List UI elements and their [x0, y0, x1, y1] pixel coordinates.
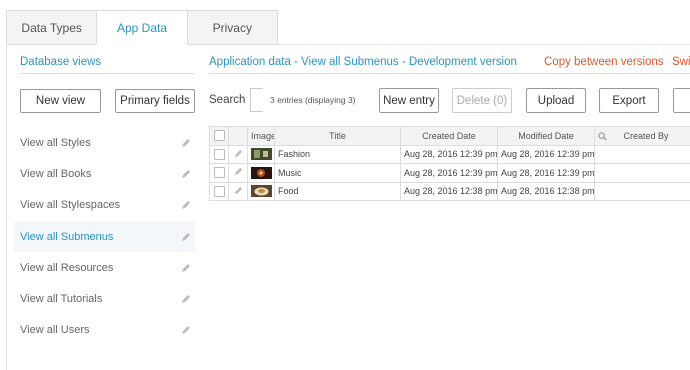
- data-table: Image Title Created Date Modified Date C…: [209, 126, 690, 201]
- pencil-icon[interactable]: [234, 149, 243, 158]
- row-created-by: [594, 144, 690, 164]
- sidebar-item-resources[interactable]: View all Resources: [14, 252, 195, 283]
- sidebar-item-users[interactable]: View all Users: [14, 315, 195, 346]
- tab-bar: Data Types App Data Privacy: [6, 10, 278, 45]
- upload-button[interactable]: Upload: [526, 88, 586, 113]
- more-toolbar-button[interactable]: [673, 88, 690, 113]
- column-header-image[interactable]: Image: [247, 126, 275, 146]
- row-modified-date: Aug 28, 2016 12:39 pm: [497, 163, 595, 183]
- tab-baseline: [278, 44, 690, 45]
- new-view-button[interactable]: New view: [20, 89, 101, 113]
- sidebar-item-stylespaces[interactable]: View all Stylespaces: [14, 190, 195, 221]
- tab-app-data[interactable]: App Data: [96, 10, 187, 45]
- row-created-date: Aug 28, 2016 12:39 pm: [400, 163, 498, 183]
- new-entry-button[interactable]: New entry: [379, 88, 439, 113]
- sidebar-item-label: View all Books: [20, 167, 92, 180]
- row-image-cell: [247, 181, 275, 201]
- row-modified-date: Aug 28, 2016 12:38 pm: [497, 181, 595, 201]
- search-label: Search: [209, 94, 246, 106]
- database-views-heading: Database views: [20, 56, 102, 68]
- table-row[interactable]: Fashion Aug 28, 2016 12:39 pm Aug 28, 20…: [209, 144, 690, 164]
- column-header-created-by-label: Created By: [623, 130, 669, 141]
- pencil-icon[interactable]: [181, 263, 191, 273]
- fashion-thumbnail-image: [251, 148, 272, 161]
- row-image-cell: [247, 163, 275, 183]
- table-header-row: Image Title Created Date Modified Date C…: [209, 126, 690, 146]
- pencil-icon[interactable]: [181, 138, 191, 148]
- row-created-by: [594, 163, 690, 183]
- column-header-created-by[interactable]: Created By: [594, 126, 690, 146]
- edit-column-header: [228, 126, 248, 146]
- sidebar-item-submenus[interactable]: View all Submenus: [14, 220, 195, 253]
- row-modified-date: Aug 28, 2016 12:39 pm: [497, 144, 595, 164]
- row-created-date: Aug 28, 2016 12:39 pm: [400, 144, 498, 164]
- column-header-title[interactable]: Title: [274, 126, 401, 146]
- switch-version-link[interactable]: Swit: [672, 56, 690, 68]
- column-header-modified-date[interactable]: Modified Date: [497, 126, 595, 146]
- pencil-icon[interactable]: [181, 169, 191, 179]
- row-select-cell: [209, 163, 229, 183]
- entries-count: 3 entries (displaying 3): [270, 95, 356, 105]
- tab-data-types[interactable]: Data Types: [6, 10, 97, 45]
- sidebar-view-list: View all Styles View all Books View all …: [14, 127, 195, 346]
- music-thumbnail-image: [251, 166, 272, 179]
- sidebar-item-label: View all Tutorials: [20, 293, 103, 306]
- sidebar-item-label: View all Users: [20, 324, 90, 337]
- row-checkbox[interactable]: [213, 167, 225, 179]
- primary-fields-button[interactable]: Primary fields: [115, 89, 195, 113]
- pencil-icon[interactable]: [181, 200, 191, 210]
- row-select-cell: [209, 144, 229, 164]
- table-row[interactable]: Food Aug 28, 2016 12:38 pm Aug 28, 2016 …: [209, 181, 690, 201]
- export-button[interactable]: Export: [599, 88, 659, 113]
- row-edit-cell: [228, 163, 248, 183]
- row-title: Food: [274, 181, 401, 201]
- sidebar-item-tutorials[interactable]: View all Tutorials: [14, 283, 195, 314]
- row-created-date: Aug 28, 2016 12:38 pm: [400, 181, 498, 201]
- tab-privacy[interactable]: Privacy: [186, 10, 278, 45]
- row-edit-cell: [228, 181, 248, 201]
- panel-border-left: [6, 44, 7, 370]
- row-checkbox[interactable]: [213, 148, 225, 160]
- sidebar-item-label: View all Stylespaces: [20, 199, 121, 212]
- pencil-icon[interactable]: [181, 232, 191, 242]
- search-input[interactable]: [250, 88, 263, 112]
- row-select-cell: [209, 181, 229, 201]
- pencil-icon[interactable]: [234, 167, 243, 176]
- select-all-checkbox[interactable]: [213, 130, 225, 142]
- sidebar-item-label: View all Resources: [20, 261, 114, 274]
- copy-between-versions-link[interactable]: Copy between versions: [544, 56, 664, 68]
- row-title: Fashion: [274, 144, 401, 164]
- row-checkbox[interactable]: [213, 185, 225, 197]
- pencil-icon[interactable]: [234, 186, 243, 195]
- row-created-by: [594, 181, 690, 201]
- column-header-created-date[interactable]: Created Date: [400, 126, 498, 146]
- pencil-icon[interactable]: [181, 294, 191, 304]
- table-row[interactable]: Music Aug 28, 2016 12:39 pm Aug 28, 2016…: [209, 163, 690, 183]
- sidebar-item-books[interactable]: View all Books: [14, 158, 195, 189]
- page-title: Application data - View all Submenus - D…: [209, 56, 517, 68]
- row-image-cell: [247, 144, 275, 164]
- sidebar-divider: [20, 73, 194, 74]
- search-icon[interactable]: [598, 132, 607, 141]
- select-all-cell: [209, 126, 229, 146]
- header-divider: [209, 73, 690, 74]
- pencil-icon[interactable]: [181, 325, 191, 335]
- delete-button[interactable]: Delete (0): [452, 88, 512, 113]
- sidebar-item-label: View all Styles: [20, 136, 91, 149]
- sidebar-item-styles[interactable]: View all Styles: [14, 127, 195, 158]
- food-thumbnail-image: [251, 185, 272, 198]
- row-title: Music: [274, 163, 401, 183]
- row-edit-cell: [228, 144, 248, 164]
- sidebar-item-label: View all Submenus: [20, 230, 114, 243]
